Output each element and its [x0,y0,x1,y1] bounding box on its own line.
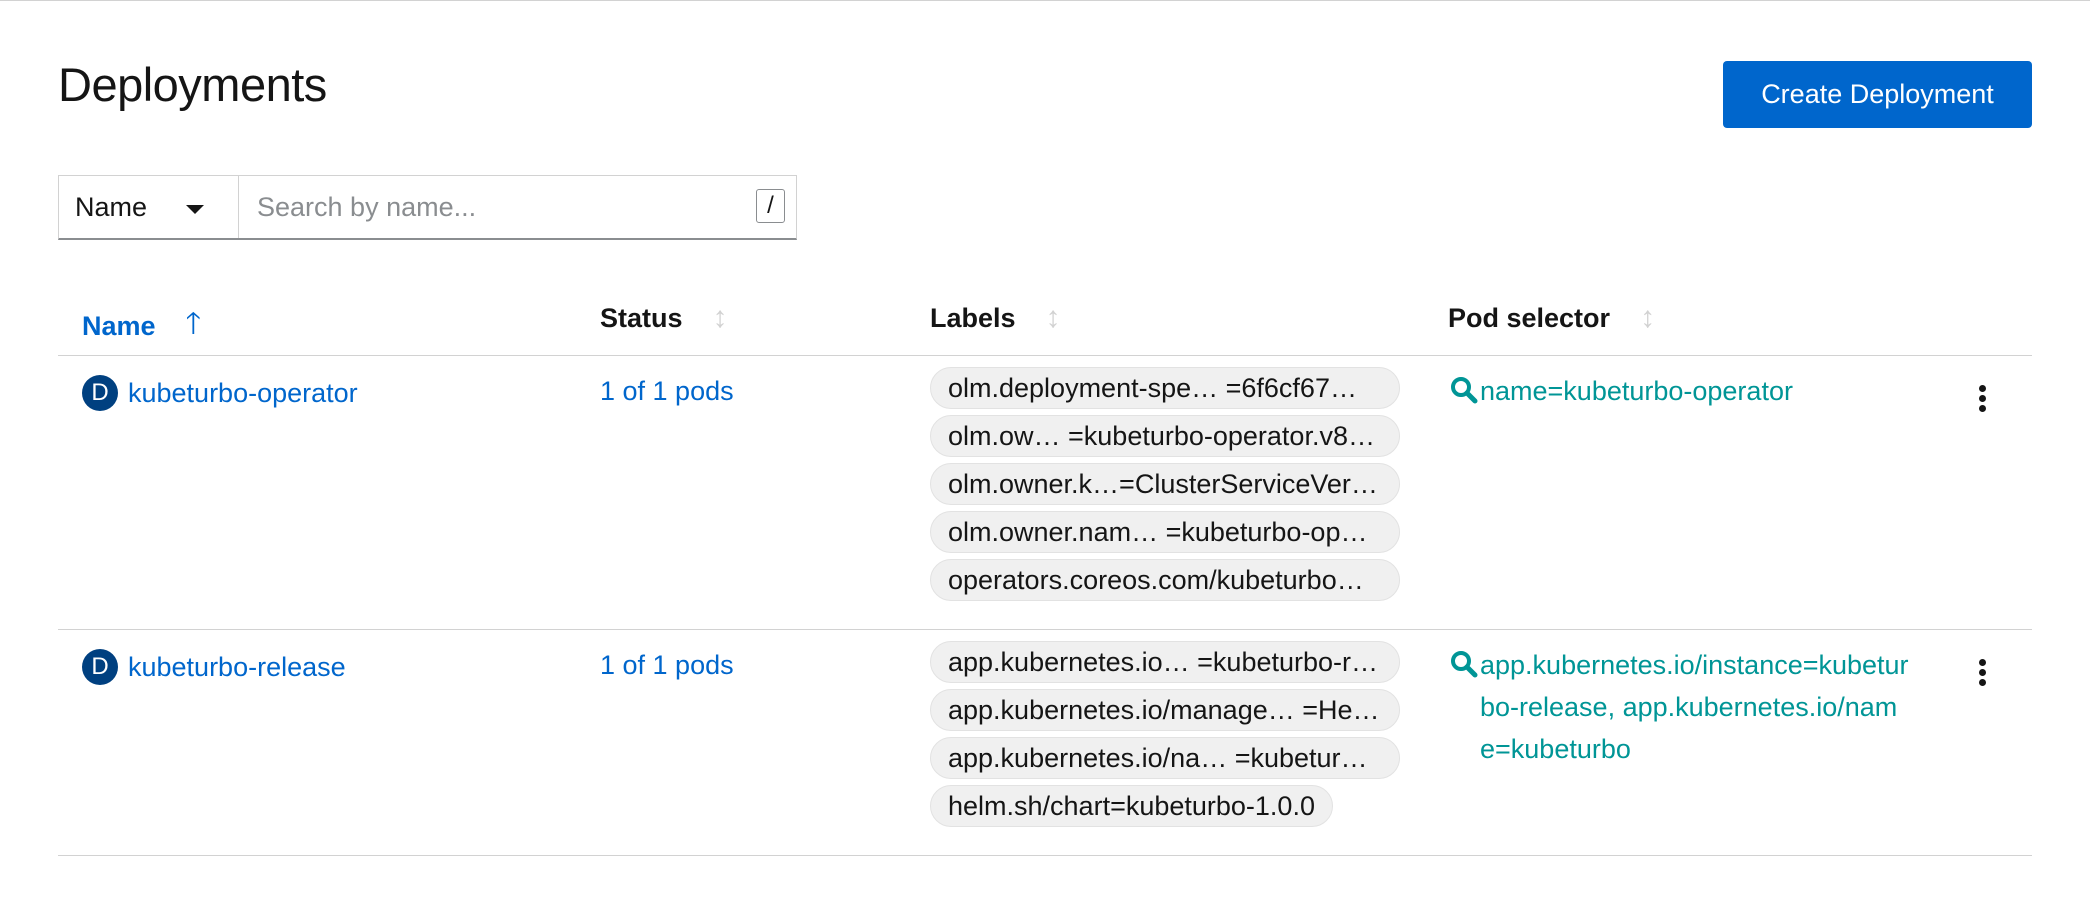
label-chip[interactable]: olm.ow… =kubeturbo-operator.v8… [930,415,1400,457]
page-title: Deployments [58,58,327,111]
status-link[interactable]: 1 of 1 pods [600,650,734,681]
kebab-icon[interactable] [1976,659,1988,686]
keyboard-shortcut-hint: / [756,189,785,223]
search-icon [1451,651,1478,678]
label-chip[interactable]: operators.coreos.com/kubeturbo… [930,559,1400,601]
pod-selector-cell: app.kubernetes.io/instance=kubeturbo-rel… [1448,644,1918,770]
filter-type-dropdown[interactable]: Name [59,176,239,238]
kebab-icon[interactable] [1976,385,1988,412]
column-header-name-label: Name [82,311,156,341]
arrow-up-icon: 🡑 [185,307,202,340]
pod-selector-link[interactable]: app.kubernetes.io/instance=kubeturbo-rel… [1480,644,1910,770]
deployment-name-link[interactable]: kubeturbo-release [128,652,346,683]
labels-cell: app.kubernetes.io… =kubeturbo-r… app.kub… [930,641,1400,833]
column-header-labels[interactable]: Labels ↕ [930,301,1061,335]
sort-icon: ↕ [1045,301,1061,334]
header-divider [58,355,2032,356]
deployment-name-cell: D kubeturbo-operator [82,375,358,411]
label-chip[interactable]: app.kubernetes.io/na… =kubetur… [930,737,1400,779]
row-divider [58,629,2032,630]
label-chip[interactable]: olm.deployment-spe… =6f6cf67… [930,367,1400,409]
label-chip[interactable]: helm.sh/chart=kubeturbo-1.0.0 [930,785,1333,827]
column-header-pod-selector-label: Pod selector [1448,302,1611,333]
deployment-badge: D [82,375,118,411]
deployment-badge: D [82,649,118,685]
label-chip[interactable]: app.kubernetes.io/manage… =He… [930,689,1400,731]
column-header-status-label: Status [600,302,683,333]
search-box: / [239,176,796,238]
status-link[interactable]: 1 of 1 pods [600,376,734,407]
column-header-name[interactable]: Name 🡑 [82,301,201,352]
sort-icon: ↕ [1640,301,1656,334]
sort-icon: ↕ [712,301,728,334]
column-header-status[interactable]: Status ↕ [600,301,728,335]
create-deployment-button[interactable]: Create Deployment [1723,61,2032,128]
label-chip[interactable]: app.kubernetes.io… =kubeturbo-r… [930,641,1400,683]
column-header-pod-selector[interactable]: Pod selector ↕ [1448,301,1655,335]
pod-selector-link[interactable]: name=kubeturbo-operator [1480,370,1910,412]
filter-bar: Name / [58,175,797,240]
deployment-name-cell: D kubeturbo-release [82,649,346,685]
pod-selector-cell: name=kubeturbo-operator [1448,370,1918,412]
search-input[interactable] [255,190,739,224]
filter-type-label: Name [75,191,148,222]
label-chip[interactable]: olm.owner.nam… =kubeturbo-op… [930,511,1400,553]
labels-cell: olm.deployment-spe… =6f6cf67… olm.ow… =k… [930,367,1400,607]
caret-down-icon [186,205,204,214]
column-header-labels-label: Labels [930,302,1016,333]
deployment-name-link[interactable]: kubeturbo-operator [128,378,358,409]
row-divider [58,855,2032,856]
label-chip[interactable]: olm.owner.k…=ClusterServiceVer… [930,463,1400,505]
search-icon [1451,377,1478,404]
